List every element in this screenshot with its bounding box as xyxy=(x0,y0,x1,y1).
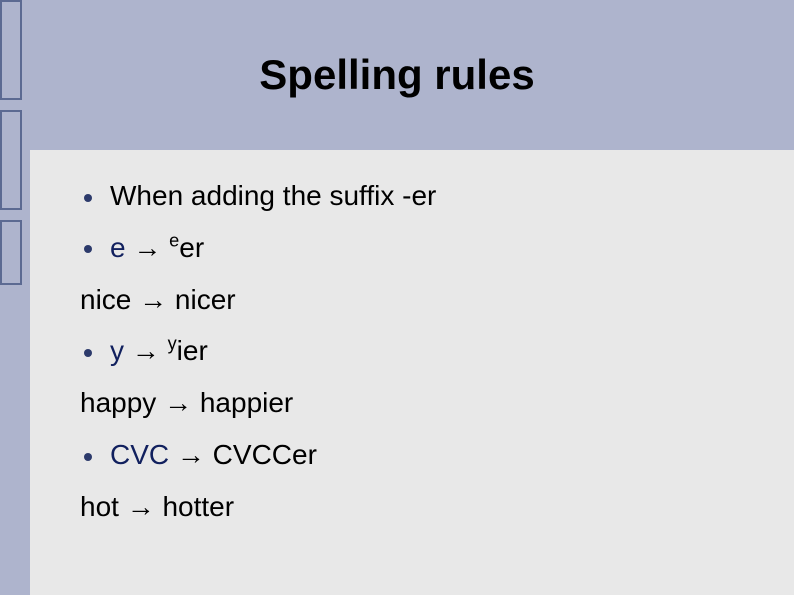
title-area: Spelling rules xyxy=(0,0,794,150)
arrow: → xyxy=(126,232,170,263)
rule-cvc-from: CVC xyxy=(110,439,169,470)
bullet-icon xyxy=(84,194,92,202)
bullet-icon xyxy=(84,349,92,357)
rule-y-to: ier xyxy=(177,335,208,366)
slide-title: Spelling rules xyxy=(259,51,534,99)
arrow: → xyxy=(124,335,168,366)
side-decor-3 xyxy=(0,220,22,285)
bullet-icon xyxy=(84,245,92,253)
rule-e-to: er xyxy=(179,232,204,263)
rule-cvc-to: → CVCCer xyxy=(169,439,317,470)
rule-y-sup: y xyxy=(168,334,177,354)
example-nice: nice → nicer xyxy=(80,274,754,326)
bullet-intro: When adding the suffix -er xyxy=(80,170,754,222)
rule-y-from: y xyxy=(110,335,124,366)
content-area: When adding the suffix -er e → eer nice … xyxy=(30,150,794,595)
bullet-rule-cvc: CVC → CVCCer xyxy=(80,429,754,481)
bullet-rule-y: y → yier xyxy=(80,325,754,377)
bullet-icon xyxy=(84,453,92,461)
bullet-rule-e: e → eer xyxy=(80,222,754,274)
example-happy: happy → happier xyxy=(80,377,754,429)
slide: Spelling rules When adding the suffix -e… xyxy=(0,0,794,595)
rule-e-sup: e xyxy=(169,230,179,250)
bullet-intro-text: When adding the suffix -er xyxy=(110,180,436,211)
example-hot: hot → hotter xyxy=(80,481,754,533)
rule-e-from: e xyxy=(110,232,126,263)
